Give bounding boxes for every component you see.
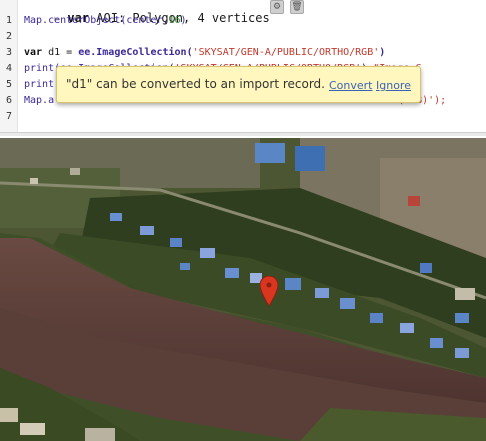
code-line[interactable]: Map.centerObject(center,16): [24, 13, 187, 29]
satellite-imagery: [0, 138, 486, 441]
tooltip-message: "d1" can be converted to an import recor…: [66, 77, 325, 91]
delete-icon[interactable]: 🗑: [290, 0, 304, 14]
code-line[interactable]: print: [24, 77, 54, 93]
convert-link[interactable]: Convert: [329, 79, 373, 92]
map-view[interactable]: [0, 138, 486, 441]
code-line[interactable]: var d1 = ee.ImageCollection('SKYSAT/GEN-…: [24, 45, 385, 61]
location-marker-icon[interactable]: [260, 276, 278, 306]
code-line[interactable]: Map.a: [24, 93, 54, 109]
import-suggestion-tooltip: "d1" can be converted to an import recor…: [56, 66, 421, 103]
line-number: 4: [5, 63, 12, 74]
line-number: 1: [5, 15, 12, 26]
panel-resize-handle[interactable]: [0, 132, 486, 136]
ignore-link[interactable]: Ignore: [376, 79, 411, 92]
line-number: 5: [5, 79, 12, 90]
line-number-gutter: 1 2 3 4 5 6 7: [0, 0, 18, 136]
line-number: 7: [5, 111, 12, 122]
line-number: 3: [5, 47, 12, 58]
line-number: 2: [5, 31, 12, 42]
gear-icon[interactable]: ⚙: [270, 0, 284, 14]
line-number: 6: [5, 95, 12, 106]
